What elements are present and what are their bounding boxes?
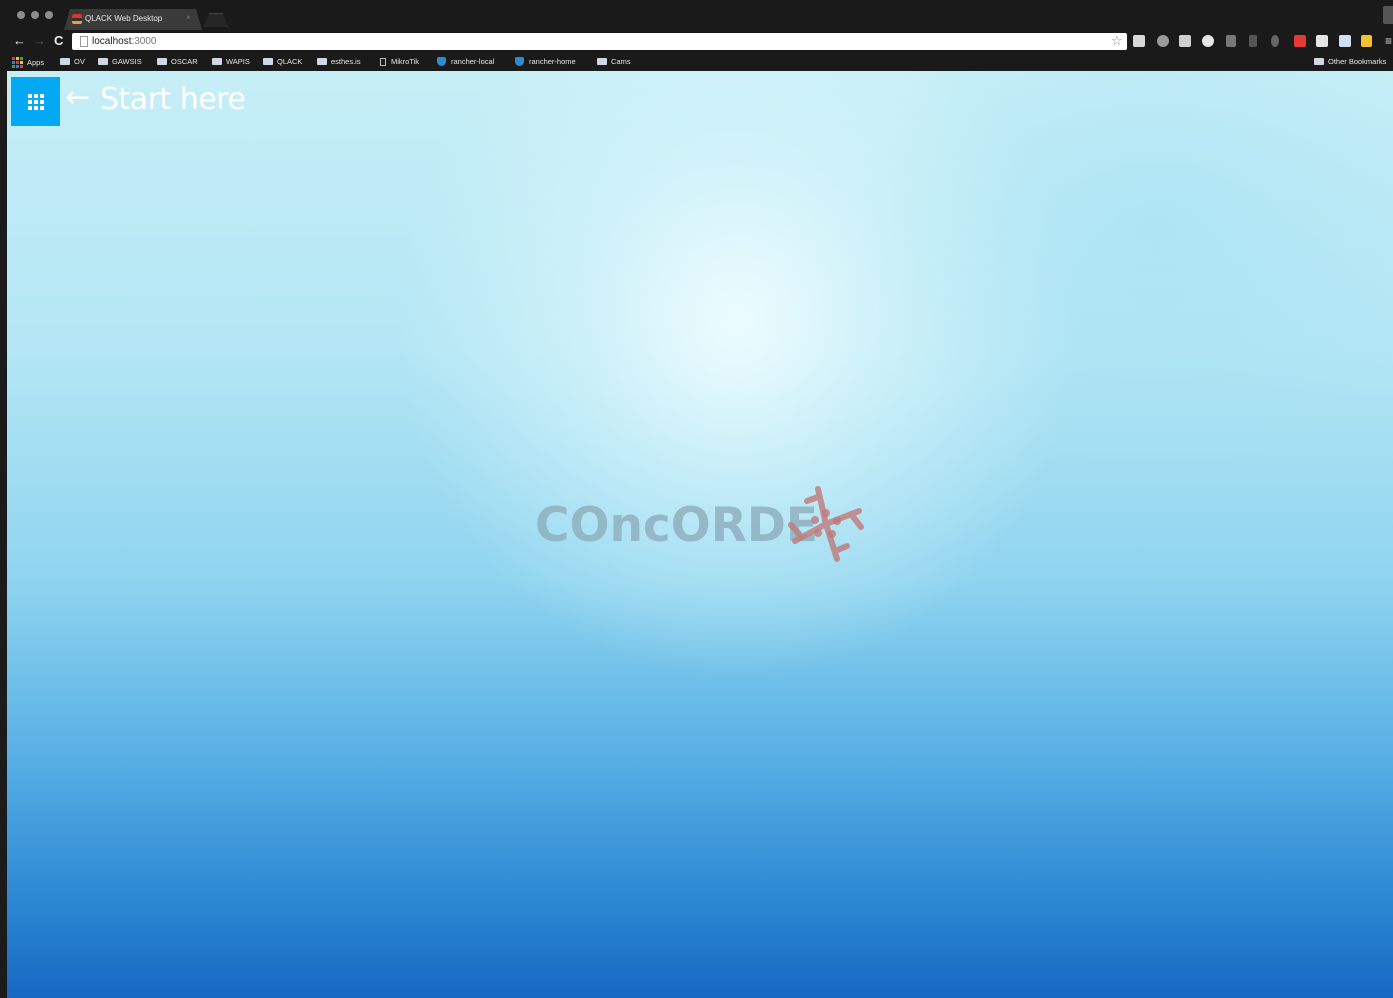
bookmarks-bar bbox=[0, 53, 1393, 71]
window-minimize-button[interactable] bbox=[31, 11, 39, 19]
new-tab-button[interactable] bbox=[204, 13, 228, 27]
bookmark-page[interactable]: MikroTik bbox=[380, 57, 419, 66]
tab-close-icon[interactable]: × bbox=[186, 13, 191, 22]
extension-icon[interactable] bbox=[1339, 35, 1351, 47]
extension-icon[interactable] bbox=[1202, 35, 1214, 47]
bookmark-apps[interactable]: Apps bbox=[12, 57, 44, 68]
bookmark-label: OSCAR bbox=[171, 57, 198, 66]
bookmark-label: rancher-home bbox=[529, 57, 576, 66]
url-port: :3000 bbox=[131, 36, 157, 47]
left-arrow-icon: ← bbox=[65, 80, 91, 115]
extension-icon[interactable] bbox=[1294, 35, 1306, 47]
bookmark-label: MikroTik bbox=[391, 57, 420, 66]
page-icon bbox=[80, 36, 88, 47]
window-maximize-button[interactable] bbox=[45, 11, 53, 19]
forward-arrow-icon[interactable]: → bbox=[33, 33, 46, 48]
bookmark-folder[interactable]: OV bbox=[60, 57, 85, 66]
bookmark-page[interactable]: rancher-home bbox=[515, 57, 576, 66]
bookmark-folder[interactable]: Cams bbox=[597, 57, 631, 66]
apps-icon bbox=[12, 57, 23, 68]
bookmark-label: QLACK bbox=[277, 57, 303, 66]
folder-icon bbox=[263, 58, 273, 65]
bookmark-page[interactable]: rancher-local bbox=[437, 57, 494, 66]
bookmark-folder[interactable]: QLACK bbox=[263, 57, 302, 66]
download-icon[interactable] bbox=[1226, 35, 1236, 47]
address-bar[interactable] bbox=[72, 33, 1127, 50]
logo-mark-icon bbox=[788, 486, 864, 562]
bookmark-folder[interactable]: OSCAR bbox=[157, 57, 198, 66]
logo-text: COncORDE bbox=[535, 498, 819, 553]
folder-icon bbox=[317, 58, 327, 65]
extension-icon[interactable] bbox=[1361, 35, 1372, 47]
extension-icon[interactable] bbox=[1157, 35, 1169, 47]
folder-icon bbox=[98, 58, 108, 65]
apps-grid-icon bbox=[27, 93, 44, 110]
url-host: localhost bbox=[92, 36, 132, 47]
page-icon bbox=[380, 57, 386, 66]
bookmark-star-icon[interactable]: ☆ bbox=[1111, 33, 1123, 49]
bookmark-label: rancher-local bbox=[451, 57, 495, 66]
bookmark-label: GAWSIS bbox=[112, 57, 142, 66]
extension-icon[interactable] bbox=[1179, 35, 1191, 47]
tab-strip: QLACK Web Desktop × bbox=[0, 0, 1393, 30]
app-launcher-button[interactable] bbox=[11, 77, 60, 126]
rancher-icon bbox=[437, 57, 446, 66]
tab-title: QLACK Web Desktop bbox=[85, 14, 163, 23]
extension-icon[interactable] bbox=[1271, 35, 1279, 47]
bookmark-label: esthes.is bbox=[331, 57, 361, 66]
bookmark-folder[interactable]: GAWSIS bbox=[98, 57, 142, 66]
folder-icon bbox=[597, 58, 607, 65]
window-close-button[interactable] bbox=[17, 11, 25, 19]
bookmark-label: OV bbox=[74, 57, 85, 66]
folder-icon bbox=[212, 58, 222, 65]
start-here-hint: Start here bbox=[100, 82, 246, 117]
bookmark-label: WAPIS bbox=[226, 57, 250, 66]
bookmark-label: Cams bbox=[611, 57, 631, 66]
folder-icon bbox=[157, 58, 167, 65]
rancher-icon bbox=[515, 57, 524, 66]
menu-icon[interactable]: ≡ bbox=[1385, 34, 1392, 48]
bookmark-label: Apps bbox=[27, 58, 45, 67]
desktop-background: ← Start here COncORDE bbox=[7, 71, 1393, 998]
reload-icon[interactable]: C bbox=[54, 33, 63, 48]
browser-window: QLACK Web Desktop × ← → C localhost:3000… bbox=[0, 0, 1393, 998]
other-bookmarks-label: Other Bookmarks bbox=[1328, 57, 1387, 66]
extension-icon[interactable] bbox=[1133, 35, 1145, 47]
profile-button[interactable] bbox=[1383, 6, 1393, 24]
other-bookmarks[interactable]: Other Bookmarks bbox=[1314, 57, 1386, 66]
folder-icon bbox=[60, 58, 70, 65]
extension-icon[interactable] bbox=[1249, 35, 1257, 47]
extension-icon[interactable] bbox=[1316, 35, 1328, 47]
tab-favicon-icon bbox=[72, 14, 82, 24]
folder-icon bbox=[1314, 58, 1324, 65]
url-text[interactable]: localhost:3000 bbox=[92, 36, 157, 47]
bookmark-folder[interactable]: esthes.is bbox=[317, 57, 361, 66]
bookmark-folder[interactable]: WAPIS bbox=[212, 57, 250, 66]
back-arrow-icon[interactable]: ← bbox=[13, 33, 26, 48]
